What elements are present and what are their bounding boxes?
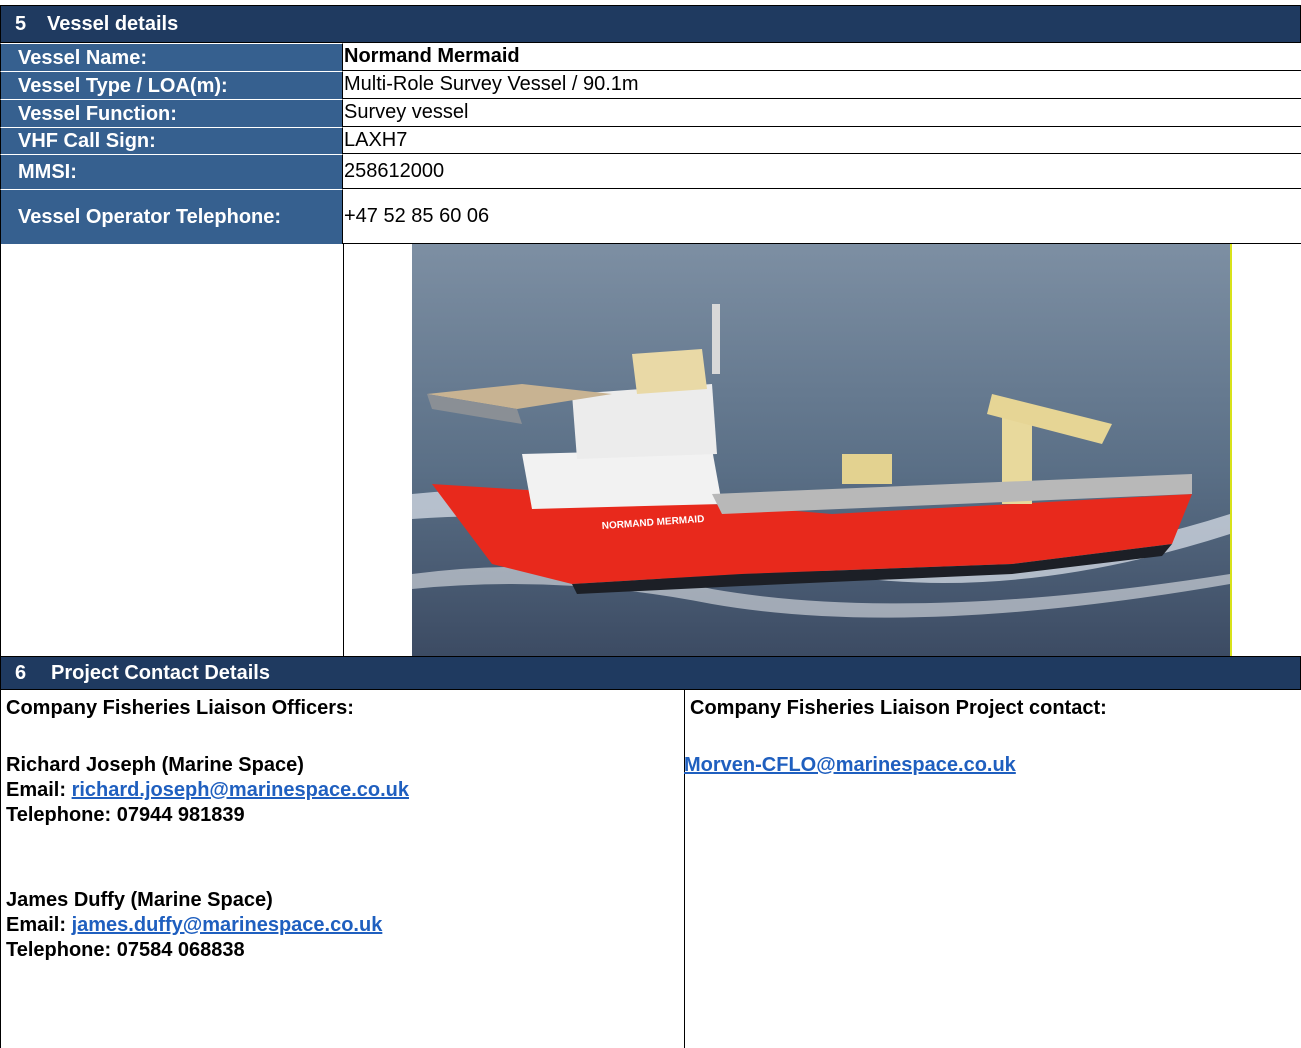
vessel-type-value: Multi-Role Survey Vessel / 90.1m <box>343 71 1301 99</box>
contact-email-line: Email: james.duffy@marinespace.co.uk <box>6 913 382 938</box>
column-divider <box>684 690 685 1048</box>
vhf-call-sign-value: LAXH7 <box>343 127 1301 154</box>
field-label: Vessel Operator Telephone: <box>0 189 343 244</box>
email-link[interactable]: james.duffy@marinespace.co.uk <box>72 914 383 936</box>
contact-name: James Duffy (Marine Space) <box>6 889 273 911</box>
section-number: 6 <box>15 661 27 684</box>
vessel-function-row: Vessel Function: Survey vessel <box>0 99 1301 127</box>
section-number: 5 <box>15 12 27 35</box>
field-label: MMSI: <box>0 154 343 189</box>
contact-phone: Telephone: 07584 068838 <box>6 939 245 961</box>
project-contact-email-link[interactable]: Morven-CFLO@marinespace.co.uk <box>684 753 1016 778</box>
email-label: Email: <box>6 914 67 936</box>
vessel-photo: NORMAND MERMAID <box>412 244 1232 656</box>
section-title: Project Contact Details <box>51 661 270 684</box>
email-label: Email: <box>6 779 67 801</box>
vessel-name-row: Vessel Name: Normand Mermaid <box>0 43 1301 71</box>
vessel-name-value: Normand Mermaid <box>343 43 1301 71</box>
operator-telephone-row: Vessel Operator Telephone: +47 52 85 60 … <box>0 189 1301 244</box>
contact-email-line: Email: richard.joseph@marinespace.co.uk <box>6 778 409 803</box>
vessel-type-row: Vessel Type / LOA(m): Multi-Role Survey … <box>0 71 1301 99</box>
field-label: VHF Call Sign: <box>0 127 343 154</box>
column-divider <box>343 244 344 656</box>
mmsi-value: 258612000 <box>343 154 1301 189</box>
vessel-photo-row: NORMAND MERMAID <box>0 244 1301 656</box>
contact-name: Richard Joseph (Marine Space) <box>6 754 304 776</box>
contact-phone: Telephone: 07944 981839 <box>6 804 245 826</box>
vhf-call-sign-row: VHF Call Sign: LAXH7 <box>0 127 1301 154</box>
liaison-officers-heading: Company Fisheries Liaison Officers: <box>6 697 354 719</box>
field-label: Vessel Function: <box>0 99 343 127</box>
section-6-header: 6 Project Contact Details <box>0 656 1301 690</box>
section-title: Vessel details <box>47 12 179 35</box>
project-contact-heading: Company Fisheries Liaison Project contac… <box>690 697 1107 719</box>
section-5-header: 5 Vessel details <box>0 5 1301 43</box>
field-label: Vessel Name: <box>0 43 343 71</box>
contacts-area: Company Fisheries Liaison Officers: Rich… <box>0 690 1301 1048</box>
field-label: Vessel Type / LOA(m): <box>0 71 343 99</box>
mmsi-row: MMSI: 258612000 <box>0 154 1301 189</box>
operator-telephone-value: +47 52 85 60 06 <box>343 189 1301 244</box>
email-link[interactable]: richard.joseph@marinespace.co.uk <box>72 779 409 801</box>
vessel-function-value: Survey vessel <box>343 99 1301 127</box>
